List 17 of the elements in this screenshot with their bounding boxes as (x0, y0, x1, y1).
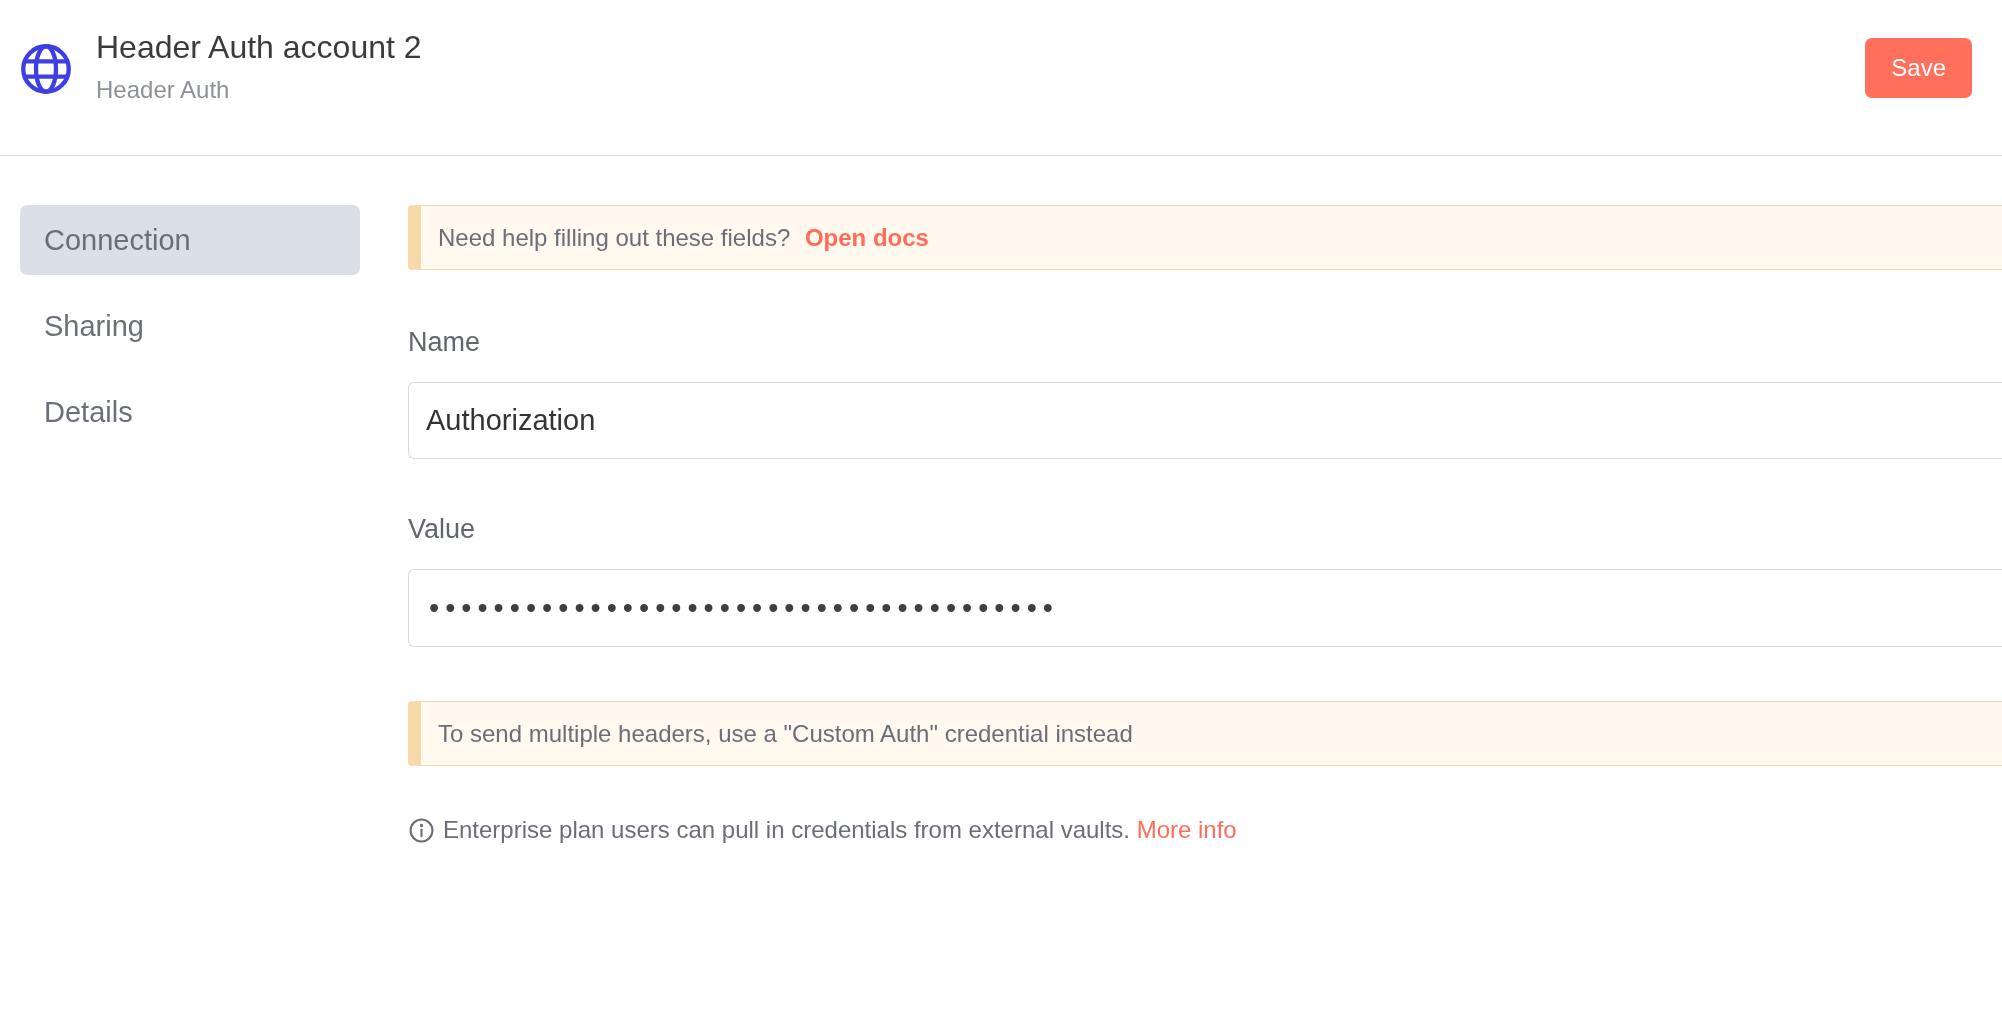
open-docs-link[interactable]: Open docs (804, 223, 929, 251)
credential-title: Header Auth account 2 (96, 29, 423, 65)
sidebar-tab[interactable]: Connection (20, 205, 360, 275)
field-label: Value (408, 513, 477, 545)
more-info-link[interactable]: More info (1136, 816, 1237, 843)
credential-type: Header Auth (96, 76, 231, 104)
info-icon (409, 817, 434, 843)
sidebar-tab[interactable]: Sharing (20, 291, 360, 361)
field-label: Name (408, 326, 482, 358)
save-button[interactable]: Save (1865, 38, 1972, 98)
password-field[interactable]: ••••••••••••••••••••••••••••••••••••••• (408, 569, 2002, 647)
input-field[interactable]: Authorization (408, 382, 2002, 459)
note-text: To send multiple headers, use a "Custom Auth" credential instead (438, 718, 1133, 749)
globe-icon (20, 43, 72, 95)
vault-info-text: Enterprise plan users can pull in credentials from external vaults. More info (443, 815, 1237, 845)
help-text: Need help filling out these fields? Open docs (438, 222, 929, 253)
sidebar-tab[interactable]: Details (20, 377, 360, 447)
